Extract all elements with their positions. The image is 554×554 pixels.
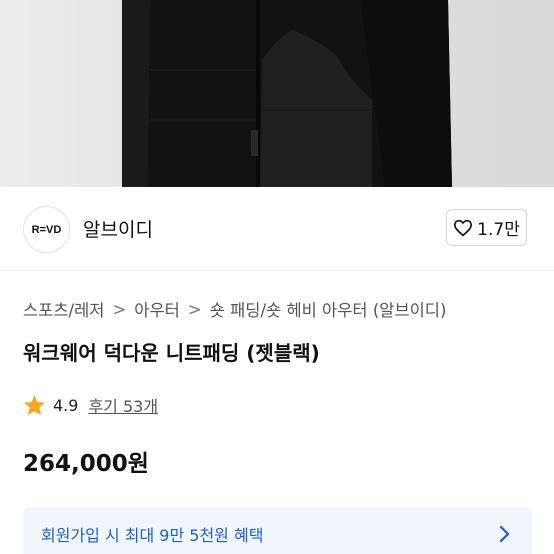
brand-name[interactable]: 알브이디 <box>83 215 153 242</box>
brand-logo[interactable]: R=VD <box>23 206 70 253</box>
brand-logo-text: R=VD <box>31 223 62 236</box>
product-image[interactable] <box>0 0 554 187</box>
product-title: 워크웨어 덕다운 니트패딩 (젯블랙) <box>23 341 320 365</box>
reviews-link[interactable]: 후기 53개 <box>88 393 158 417</box>
breadcrumb-item[interactable]: 아우터 <box>134 297 180 321</box>
star-filled-icon <box>23 394 46 416</box>
chevron-right-icon <box>499 525 510 543</box>
rating-score: 4.9 <box>53 395 79 415</box>
benefit-text: 회원가입 시 최대 9만 5천원 혜택 <box>41 526 264 545</box>
jacket-photo <box>122 0 452 187</box>
breadcrumb-item[interactable]: 숏 패딩/숏 헤비 아우터 (알브이디) <box>210 297 447 321</box>
product-price: 264,000원 <box>23 451 149 477</box>
like-button[interactable]: 1.7만 <box>446 209 527 246</box>
breadcrumb-item[interactable]: 스포츠/레저 <box>23 297 104 321</box>
breadcrumb: 스포츠/레저 > 아우터 > 숏 패딩/숏 헤비 아우터 (알브이디) <box>23 297 446 321</box>
breadcrumb-separator: > <box>187 299 202 319</box>
heart-outline-icon <box>454 219 473 236</box>
breadcrumb-separator: > <box>112 299 127 319</box>
like-count: 1.7만 <box>477 220 520 240</box>
rating-row: 4.9 후기 53개 <box>23 393 158 417</box>
signup-benefit-banner[interactable]: 회원가입 시 최대 9만 5천원 혜택 <box>23 507 532 554</box>
